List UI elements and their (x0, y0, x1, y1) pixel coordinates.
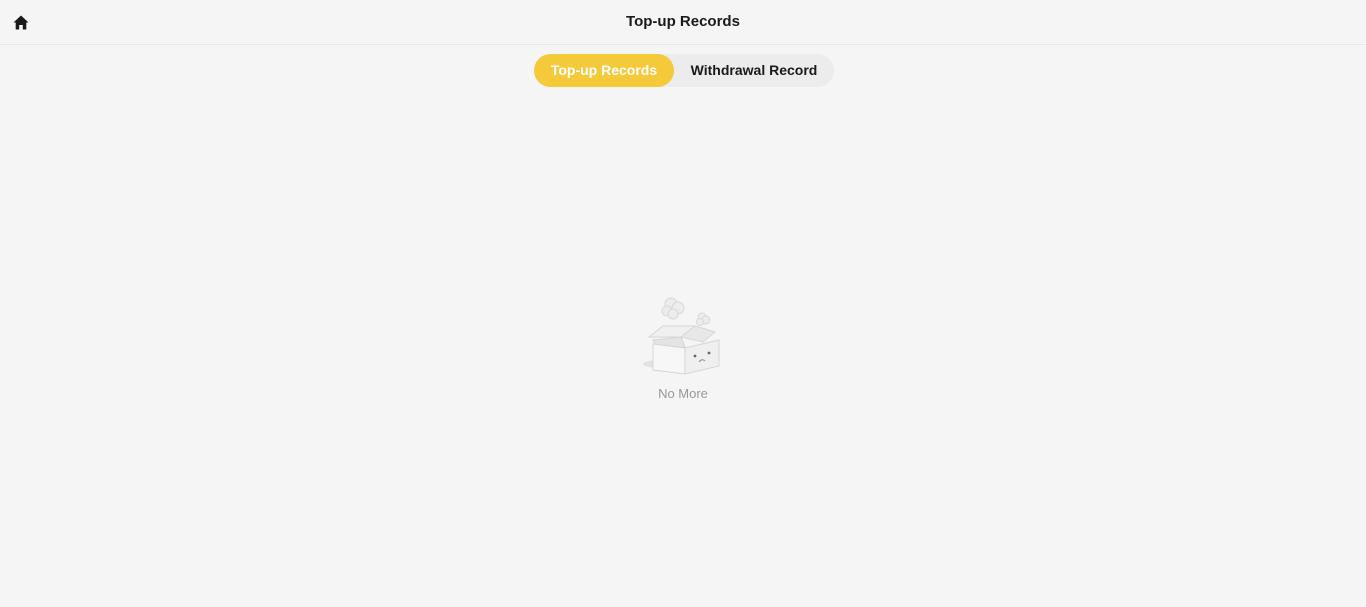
top-bar: Top-up Records (0, 0, 1366, 45)
empty-message: No More (658, 386, 708, 401)
page-title: Top-up Records (626, 13, 740, 30)
tab-withdrawal-record[interactable]: Withdrawal Record (674, 54, 834, 87)
empty-box-icon (643, 297, 720, 375)
empty-state: No More (583, 292, 783, 401)
tab-top-up-records[interactable]: Top-up Records (534, 54, 674, 87)
record-tabs: Top-up Records Withdrawal Record (534, 54, 834, 87)
